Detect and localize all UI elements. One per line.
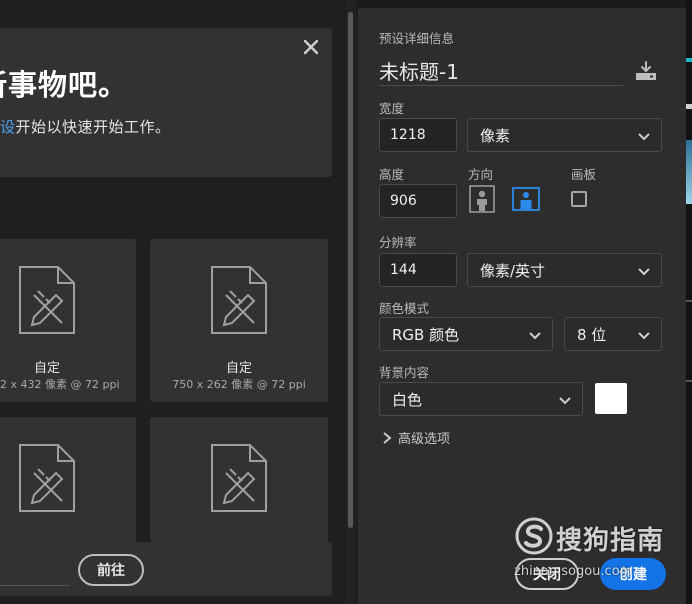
document-name-input[interactable]: 未标题-1: [379, 56, 623, 86]
artboard-checkbox[interactable]: [571, 191, 587, 207]
width-unit-value: 像素: [480, 126, 511, 145]
resolution-unit-value: 像素/英寸: [480, 261, 546, 280]
landscape-orientation-icon[interactable]: [512, 185, 540, 213]
height-input[interactable]: 906: [379, 184, 457, 218]
preset-card[interactable]: [150, 417, 328, 542]
save-preset-icon[interactable]: [634, 60, 658, 82]
goto-button[interactable]: 前往: [78, 554, 144, 586]
width-input[interactable]: 1218: [379, 118, 457, 152]
color-mode-value: RGB 颜色: [392, 325, 460, 344]
presets-scrollbar[interactable]: [346, 0, 356, 604]
chevron-down-icon: [559, 397, 571, 405]
chevron-down-icon: [638, 268, 650, 276]
preset-name: 自定: [225, 361, 252, 376]
document-icon: [19, 444, 75, 512]
preset-card[interactable]: [0, 417, 136, 542]
bit-depth-select[interactable]: 8 位: [564, 317, 662, 351]
background-select[interactable]: 白色: [379, 382, 583, 416]
welcome-subtitle-link[interactable]: 设: [0, 118, 16, 136]
artboard-label: 画板: [571, 167, 597, 182]
close-icon: [303, 39, 319, 55]
scrollbar-thumb[interactable]: [348, 12, 353, 528]
create-button[interactable]: 创建: [600, 558, 666, 590]
document-icon: [211, 444, 267, 512]
document-icon: [211, 266, 267, 334]
width-label: 宽度: [379, 101, 405, 116]
background-value: 白色: [392, 390, 423, 409]
welcome-subtitle-text: 开始以快速开始工作。: [15, 118, 171, 136]
welcome-title: 新事物吧。: [0, 68, 129, 102]
chevron-down-icon: [638, 133, 650, 141]
preset-card[interactable]: 自定 2 x 432 像素 @ 72 ppi: [0, 239, 136, 402]
portrait-orientation-icon[interactable]: [468, 185, 496, 213]
preset-name: 自定: [33, 361, 60, 376]
color-mode-select[interactable]: RGB 颜色: [379, 317, 553, 351]
bit-depth-value: 8 位: [577, 325, 607, 344]
resolution-unit-select[interactable]: 像素/英寸: [467, 253, 662, 287]
advanced-options-toggle[interactable]: 高级选项: [382, 428, 450, 447]
welcome-subtitle: 设开始以快速开始工作。: [0, 116, 171, 137]
chevron-right-icon: [383, 431, 392, 444]
canvas-edge: [686, 0, 692, 604]
document-icon: [19, 266, 75, 334]
close-welcome-button[interactable]: [300, 36, 322, 58]
orientation-label: 方向: [468, 167, 494, 182]
preset-size: 2 x 432 像素 @ 72 ppi: [0, 378, 120, 391]
preset-size: 750 x 262 像素 @ 72 ppi: [172, 378, 306, 391]
color-mode-label: 颜色模式: [379, 301, 430, 316]
template-search-bar: [0, 542, 332, 596]
background-label: 背景内容: [379, 365, 430, 380]
preset-card[interactable]: 自定 750 x 262 像素 @ 72 ppi: [150, 239, 328, 402]
presets-pane: 新事物吧。 设开始以快速开始工作。 自定 2 x 432 像素 @ 72 ppi…: [0, 0, 346, 604]
height-label: 高度: [379, 167, 405, 182]
details-section-label: 预设详细信息: [379, 31, 455, 46]
background-color-swatch[interactable]: [595, 383, 627, 414]
close-button[interactable]: 关闭: [515, 558, 579, 590]
resolution-input[interactable]: 144: [379, 253, 457, 287]
resolution-label: 分辨率: [379, 235, 417, 250]
chevron-down-icon: [638, 332, 650, 340]
width-unit-select[interactable]: 像素: [467, 118, 662, 152]
template-search-input[interactable]: [0, 585, 70, 586]
chevron-down-icon: [529, 332, 541, 340]
advanced-options-label: 高级选项: [398, 432, 451, 447]
